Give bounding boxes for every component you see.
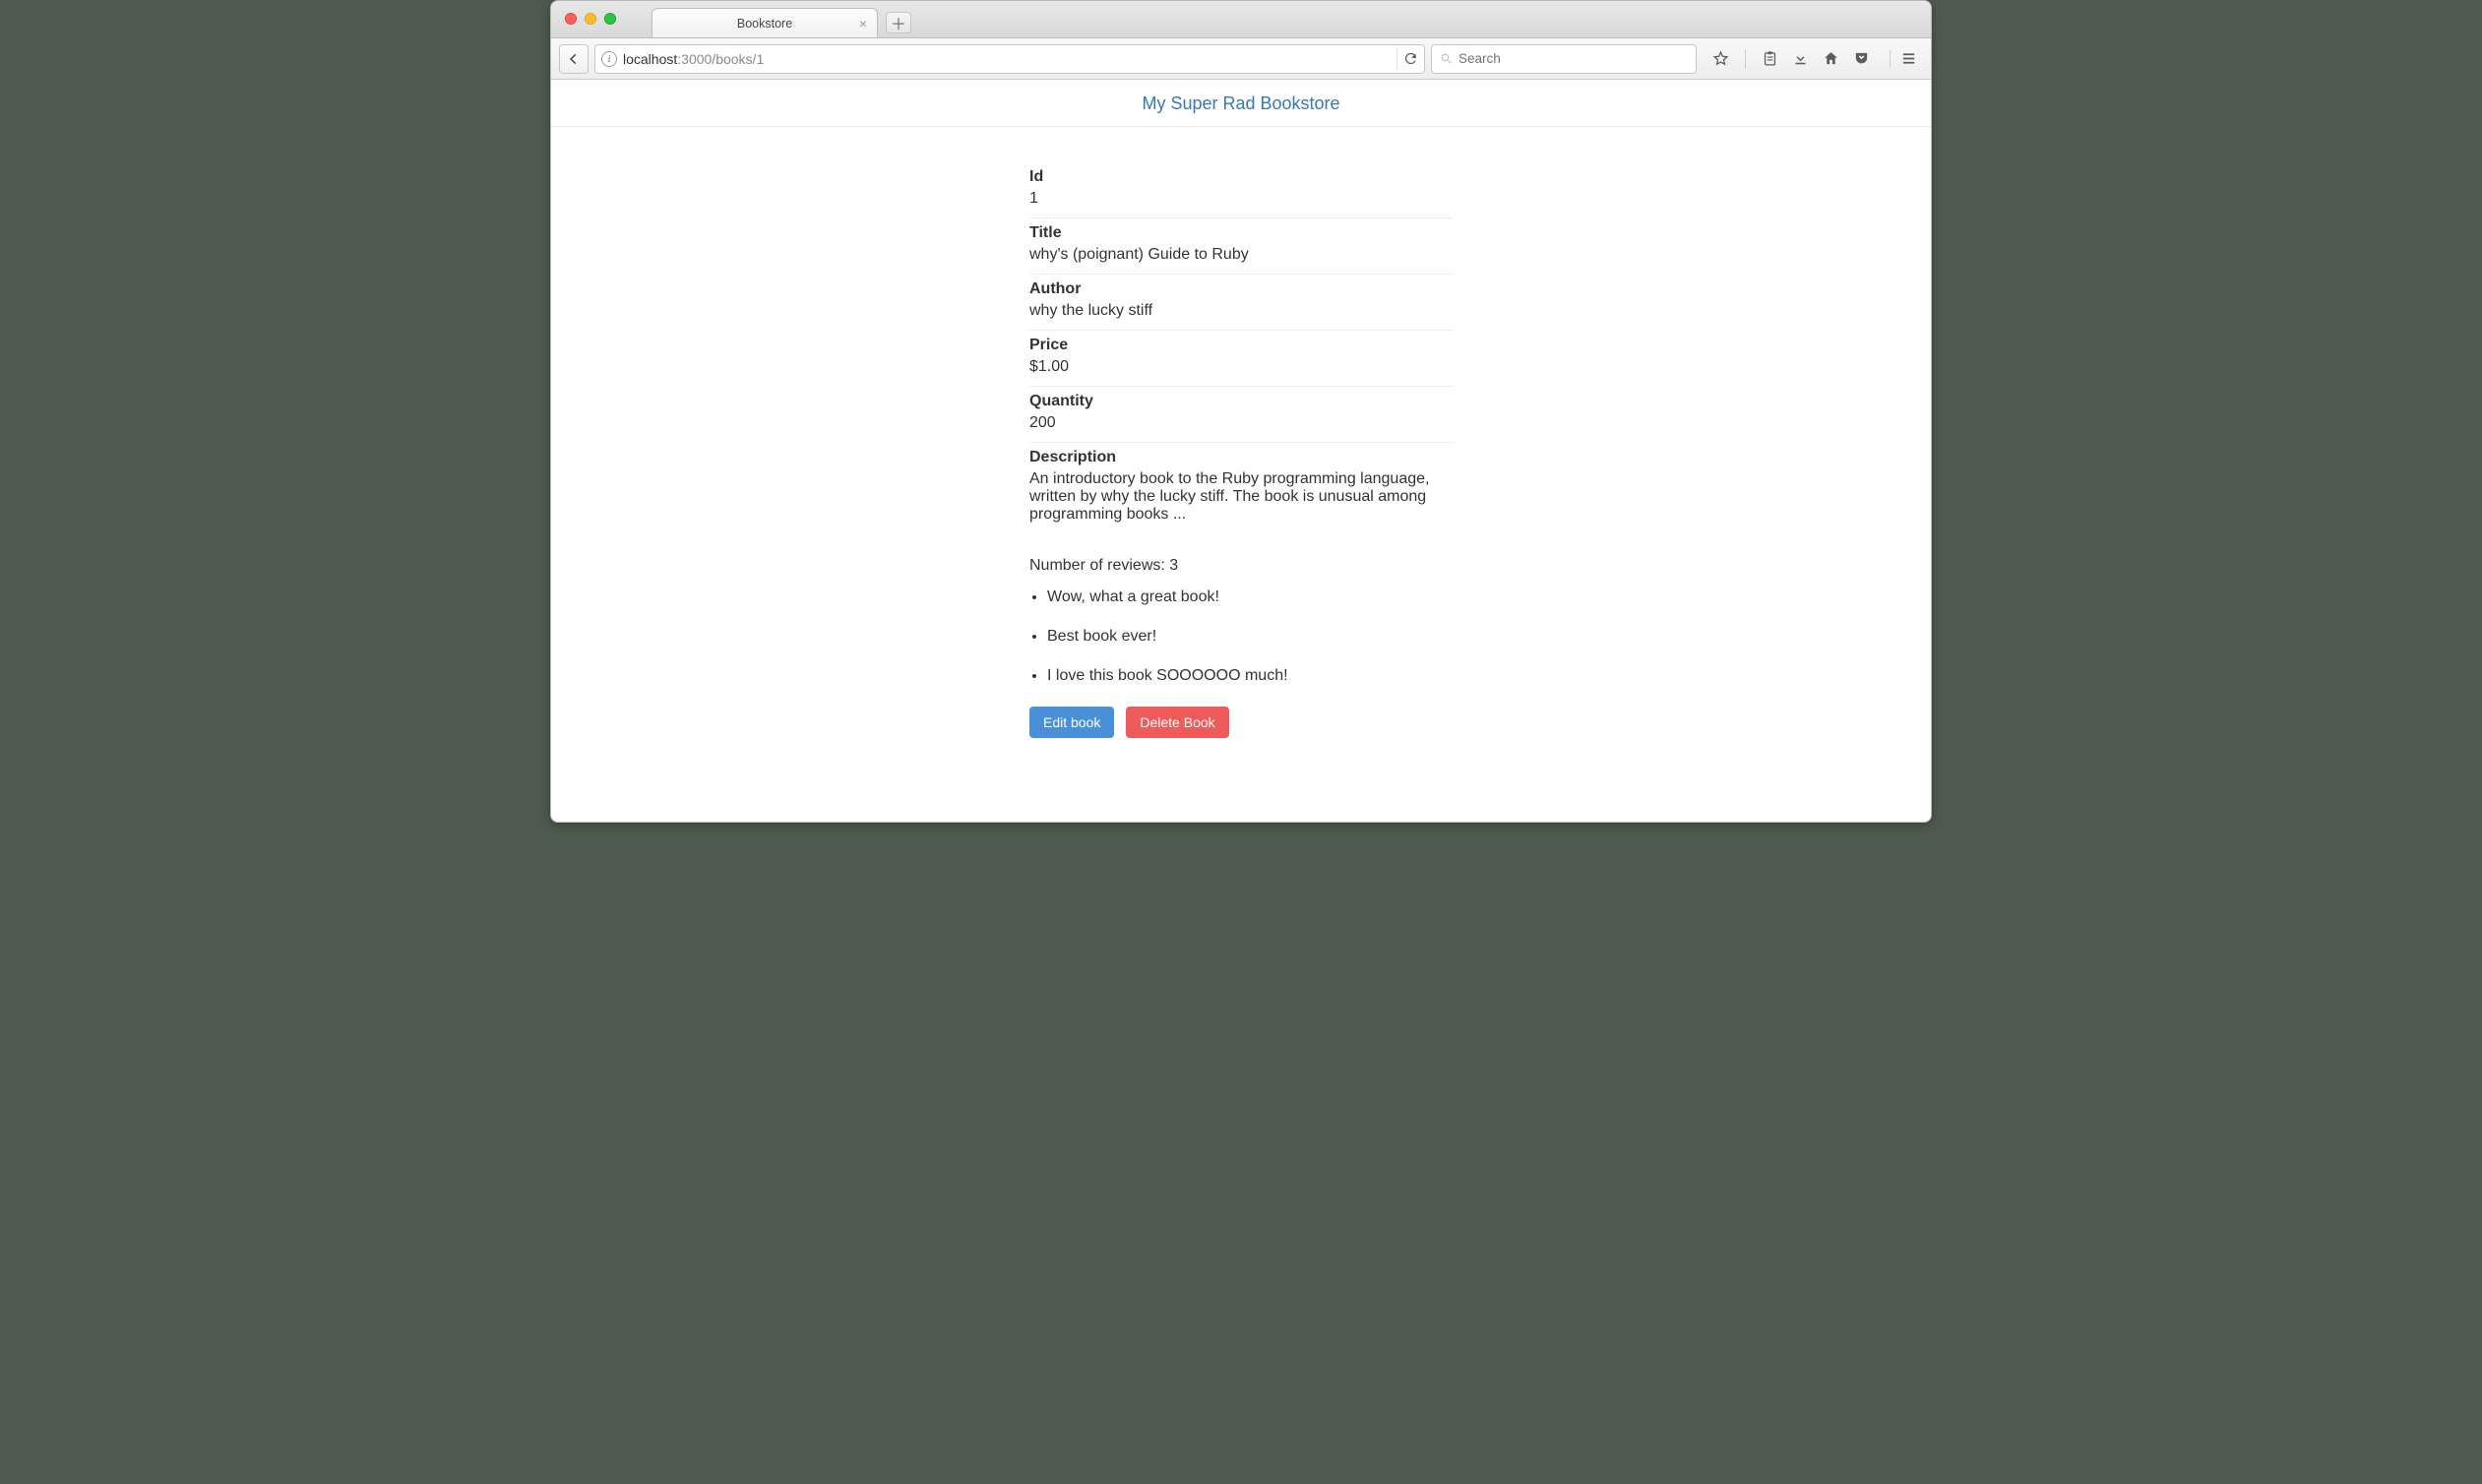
delete-book-button[interactable]: Delete Book <box>1126 707 1228 738</box>
list-item: Wow, what a great book! <box>1047 588 1453 606</box>
url-text: localhost:3000/books/1 <box>623 51 764 67</box>
value-description: An introductory book to the Ruby program… <box>1029 470 1453 524</box>
downloads-button[interactable] <box>1792 50 1809 67</box>
pocket-button[interactable] <box>1853 50 1870 67</box>
label-id: Id <box>1029 168 1453 186</box>
home-icon <box>1823 50 1839 67</box>
field-author: Author why the lucky stiff <box>1029 275 1453 331</box>
label-description: Description <box>1029 449 1453 466</box>
field-quantity: Quantity 200 <box>1029 387 1453 443</box>
browser-tab[interactable]: Bookstore × <box>652 8 878 37</box>
minimize-window-button[interactable] <box>585 13 596 25</box>
close-tab-button[interactable]: × <box>859 17 867 31</box>
edit-book-button[interactable]: Edit book <box>1029 707 1114 738</box>
home-button[interactable] <box>1823 50 1839 67</box>
star-icon <box>1712 50 1729 67</box>
field-title: Title why's (poignant) Guide to Ruby <box>1029 218 1453 275</box>
toolbar-icons <box>1703 49 1923 69</box>
clipboard-icon <box>1762 50 1778 67</box>
label-title: Title <box>1029 224 1453 242</box>
value-id: 1 <box>1029 190 1453 208</box>
search-icon <box>1440 52 1453 65</box>
reading-list-button[interactable] <box>1762 50 1778 67</box>
back-button[interactable] <box>559 44 589 74</box>
bookmark-star-button[interactable] <box>1712 50 1729 67</box>
reviews-count: Number of reviews: 3 <box>1029 557 1453 575</box>
url-host: localhost <box>623 51 677 67</box>
field-price: Price $1.00 <box>1029 331 1453 387</box>
browser-toolbar: i localhost:3000/books/1 <box>551 38 1931 80</box>
reload-button[interactable] <box>1396 48 1418 70</box>
window-controls <box>565 13 616 25</box>
new-tab-button[interactable]: ＋ <box>886 12 911 33</box>
action-buttons: Edit book Delete Book <box>1029 707 1453 738</box>
tab-strip: Bookstore × ＋ <box>551 1 1931 38</box>
brand-link[interactable]: My Super Rad Bookstore <box>1142 93 1339 113</box>
value-price: $1.00 <box>1029 358 1453 376</box>
reviews-list: Wow, what a great book! Best book ever! … <box>1047 588 1453 685</box>
list-item: Best book ever! <box>1047 628 1453 646</box>
book-detail: Id 1 Title why's (poignant) Guide to Rub… <box>1029 162 1453 738</box>
value-quantity: 200 <box>1029 414 1453 432</box>
search-input[interactable] <box>1458 51 1688 66</box>
search-box[interactable] <box>1431 44 1697 74</box>
label-price: Price <box>1029 337 1453 354</box>
toolbar-separator <box>1745 49 1746 69</box>
maximize-window-button[interactable] <box>604 13 616 25</box>
reload-icon <box>1403 51 1418 66</box>
close-window-button[interactable] <box>565 13 577 25</box>
browser-window: Bookstore × ＋ i localhost:3000/books/1 <box>550 0 1932 823</box>
label-quantity: Quantity <box>1029 393 1453 410</box>
address-bar[interactable]: i localhost:3000/books/1 <box>594 44 1425 74</box>
pocket-icon <box>1853 50 1870 67</box>
page-viewport: My Super Rad Bookstore Id 1 Title why's … <box>551 80 1931 822</box>
hamburger-icon <box>1900 50 1917 67</box>
site-info-icon[interactable]: i <box>601 51 617 67</box>
arrow-left-icon <box>567 52 581 66</box>
field-id: Id 1 <box>1029 162 1453 218</box>
list-item: I love this book SOOOOOO much! <box>1047 667 1453 685</box>
menu-button[interactable] <box>1890 50 1917 67</box>
value-author: why the lucky stiff <box>1029 302 1453 320</box>
site-header: My Super Rad Bookstore <box>551 80 1931 127</box>
value-title: why's (poignant) Guide to Ruby <box>1029 246 1453 264</box>
download-icon <box>1792 50 1809 67</box>
label-author: Author <box>1029 280 1453 298</box>
url-path: :3000/books/1 <box>677 51 764 67</box>
tab-title: Bookstore <box>737 17 792 31</box>
field-description: Description An introductory book to the … <box>1029 443 1453 533</box>
